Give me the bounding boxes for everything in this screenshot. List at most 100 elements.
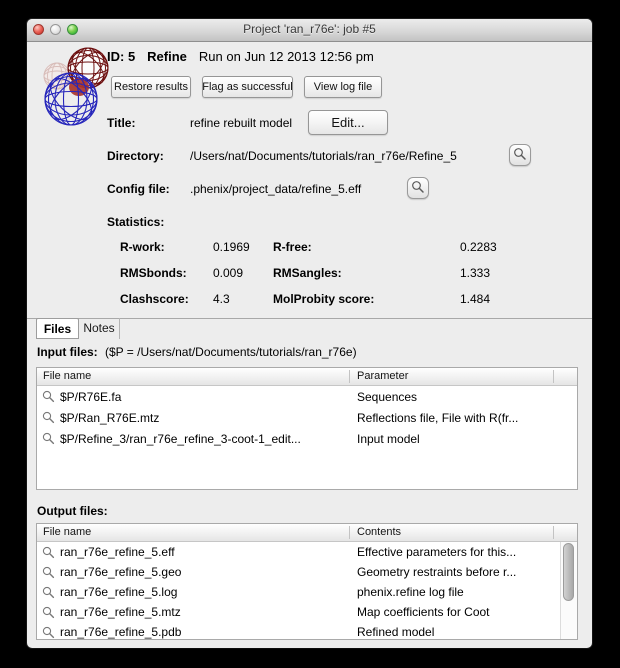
magnifier-icon [42, 606, 55, 619]
input-table-header: File name Parameter [37, 368, 577, 386]
column-header-contents: Contents [357, 524, 401, 541]
stat-label-rmsangles: RMSangles: [273, 266, 342, 280]
browse-config-button[interactable] [407, 177, 429, 199]
restore-results-button[interactable]: Restore results [111, 76, 191, 98]
column-header-parameter: Parameter [357, 368, 408, 385]
stat-row: R-work: 0.1969 R-free: 0.2283 [27, 240, 592, 255]
close-button[interactable] [33, 24, 44, 35]
stat-row: RMSbonds: 0.009 RMSangles: 1.333 [27, 266, 592, 281]
job-type: Refine [147, 49, 187, 64]
magnifier-icon [42, 432, 55, 445]
output-table-body: ran_r76e_refine_5.eff Effective paramete… [37, 542, 577, 639]
statistics-label: Statistics: [107, 215, 164, 229]
file-table-row[interactable]: $P/R76E.fa Sequences [37, 386, 577, 407]
directory-label: Directory: [107, 149, 164, 163]
column-divider[interactable] [553, 526, 554, 539]
column-header-file-name: File name [43, 524, 91, 541]
file-description-cell: Geometry restraints before r... [357, 562, 553, 582]
magnifier-icon [42, 546, 55, 559]
file-table-row[interactable]: $P/Ran_R76E.mtz Reflections file, File w… [37, 407, 577, 428]
file-table-row[interactable]: ran_r76e_refine_5.eff Effective paramete… [37, 542, 577, 562]
file-name-text: ran_r76e_refine_5.log [60, 585, 177, 599]
file-table-row[interactable]: ran_r76e_refine_5.mtz Map coefficients f… [37, 602, 577, 622]
file-name-cell: ran_r76e_refine_5.eff [42, 542, 345, 562]
tab-notes[interactable]: Notes [79, 318, 120, 339]
column-divider[interactable] [349, 370, 350, 383]
flag-successful-button[interactable]: Flag as successful [202, 76, 293, 98]
file-description-cell: phenix.refine log file [357, 582, 553, 602]
file-name-cell: $P/R76E.fa [42, 386, 345, 407]
title-value: refine rebuilt model [190, 116, 292, 130]
stat-label-molprobity: MolProbity score: [273, 292, 374, 306]
file-name-cell: ran_r76e_refine_5.log [42, 582, 345, 602]
zoom-button[interactable] [67, 24, 78, 35]
file-table-row[interactable]: ran_r76e_refine_5.geo Geometry restraint… [37, 562, 577, 582]
job-id: ID: 5 [107, 49, 135, 64]
config-file-value: .phenix/project_data/refine_5.eff [190, 182, 361, 196]
file-table-row[interactable]: $P/Refine_3/ran_r76e_refine_3-coot-1_edi… [37, 428, 577, 449]
window-titlebar[interactable]: Project 'ran_r76e': job #5 [27, 19, 592, 42]
output-files-table: File name Contents ran_r76e_refine_5.eff… [36, 523, 578, 640]
magnifier-icon [411, 180, 425, 197]
window-title: Project 'ran_r76e': job #5 [97, 19, 522, 40]
input-files-label: Input files: [37, 345, 98, 359]
file-name-text: $P/R76E.fa [60, 390, 121, 404]
input-files-table: File name Parameter $P/R76E.fa Sequences [36, 367, 578, 490]
file-table-row[interactable]: ran_r76e_refine_5.pdb Refined model [37, 622, 577, 639]
magnifier-icon [42, 586, 55, 599]
view-log-button[interactable]: View log file [304, 76, 382, 98]
file-name-text: ran_r76e_refine_5.geo [60, 565, 181, 579]
job-run-info: Run on Jun 12 2013 12:56 pm [199, 49, 374, 64]
magnifier-icon [513, 147, 527, 164]
stat-row: Clashscore: 4.3 MolProbity score: 1.484 [27, 292, 592, 307]
column-header-file-name: File name [43, 368, 91, 385]
job-header-line: ID: 5 Refine Run on Jun 12 2013 12:56 pm [107, 49, 374, 64]
file-name-text: $P/Refine_3/ran_r76e_refine_3-coot-1_edi… [60, 432, 301, 446]
stat-label-r-work: R-work: [120, 240, 165, 254]
stat-value-rmsbonds: 0.009 [213, 266, 243, 280]
magnifier-icon [42, 566, 55, 579]
input-files-path-note: ($P = /Users/nat/Documents/tutorials/ran… [105, 345, 357, 359]
file-name-cell: ran_r76e_refine_5.geo [42, 562, 345, 582]
job-actions: Restore results Flag as successful View … [111, 76, 382, 98]
stat-value-rmsangles: 1.333 [460, 266, 490, 280]
file-name-text: $P/Ran_R76E.mtz [60, 411, 159, 425]
magnifier-icon [42, 390, 55, 403]
magnifier-icon [42, 411, 55, 424]
file-description-cell: Sequences [357, 386, 553, 407]
file-table-row[interactable]: ran_r76e_refine_5.log phenix.refine log … [37, 582, 577, 602]
file-name-cell: ran_r76e_refine_5.mtz [42, 602, 345, 622]
job-detail-window: Project 'ran_r76e': job #5 [27, 19, 592, 648]
title-label: Title: [107, 116, 135, 130]
output-table-header: File name Contents [37, 524, 577, 542]
stat-value-r-free: 0.2283 [460, 240, 497, 254]
input-table-body: $P/R76E.fa Sequences $P/Ran_R76E.mtz Ref… [37, 386, 577, 489]
stat-label-rmsbonds: RMSbonds: [120, 266, 187, 280]
stat-value-r-work: 0.1969 [213, 240, 250, 254]
file-description-cell: Refined model [357, 622, 553, 639]
column-divider[interactable] [553, 370, 554, 383]
file-name-cell: $P/Ran_R76E.mtz [42, 407, 345, 428]
file-name-text: ran_r76e_refine_5.pdb [60, 625, 181, 639]
file-name-text: ran_r76e_refine_5.eff [60, 545, 175, 559]
column-divider[interactable] [349, 526, 350, 539]
file-description-cell: Input model [357, 428, 553, 449]
minimize-button[interactable] [50, 24, 61, 35]
scrollbar-thumb[interactable] [563, 543, 574, 601]
file-description-cell: Effective parameters for this... [357, 542, 553, 562]
file-name-cell: $P/Refine_3/ran_r76e_refine_3-coot-1_edi… [42, 428, 345, 449]
file-description-cell: Reflections file, File with R(fr... [357, 407, 553, 428]
stat-value-clashscore: 4.3 [213, 292, 230, 306]
desktop: { "window": { "title": "Project 'ran_r76… [0, 0, 620, 668]
stat-label-clashscore: Clashscore: [120, 292, 189, 306]
edit-title-button[interactable]: Edit... [308, 110, 388, 135]
browse-directory-button[interactable] [509, 144, 531, 166]
output-files-label: Output files: [37, 504, 108, 518]
stat-value-molprobity: 1.484 [460, 292, 490, 306]
magnifier-icon [42, 626, 55, 639]
config-file-label: Config file: [107, 182, 170, 196]
file-name-cell: ran_r76e_refine_5.pdb [42, 622, 345, 639]
file-name-text: ran_r76e_refine_5.mtz [60, 605, 181, 619]
output-table-scrollbar[interactable] [560, 541, 577, 639]
tab-files[interactable]: Files [36, 318, 79, 339]
